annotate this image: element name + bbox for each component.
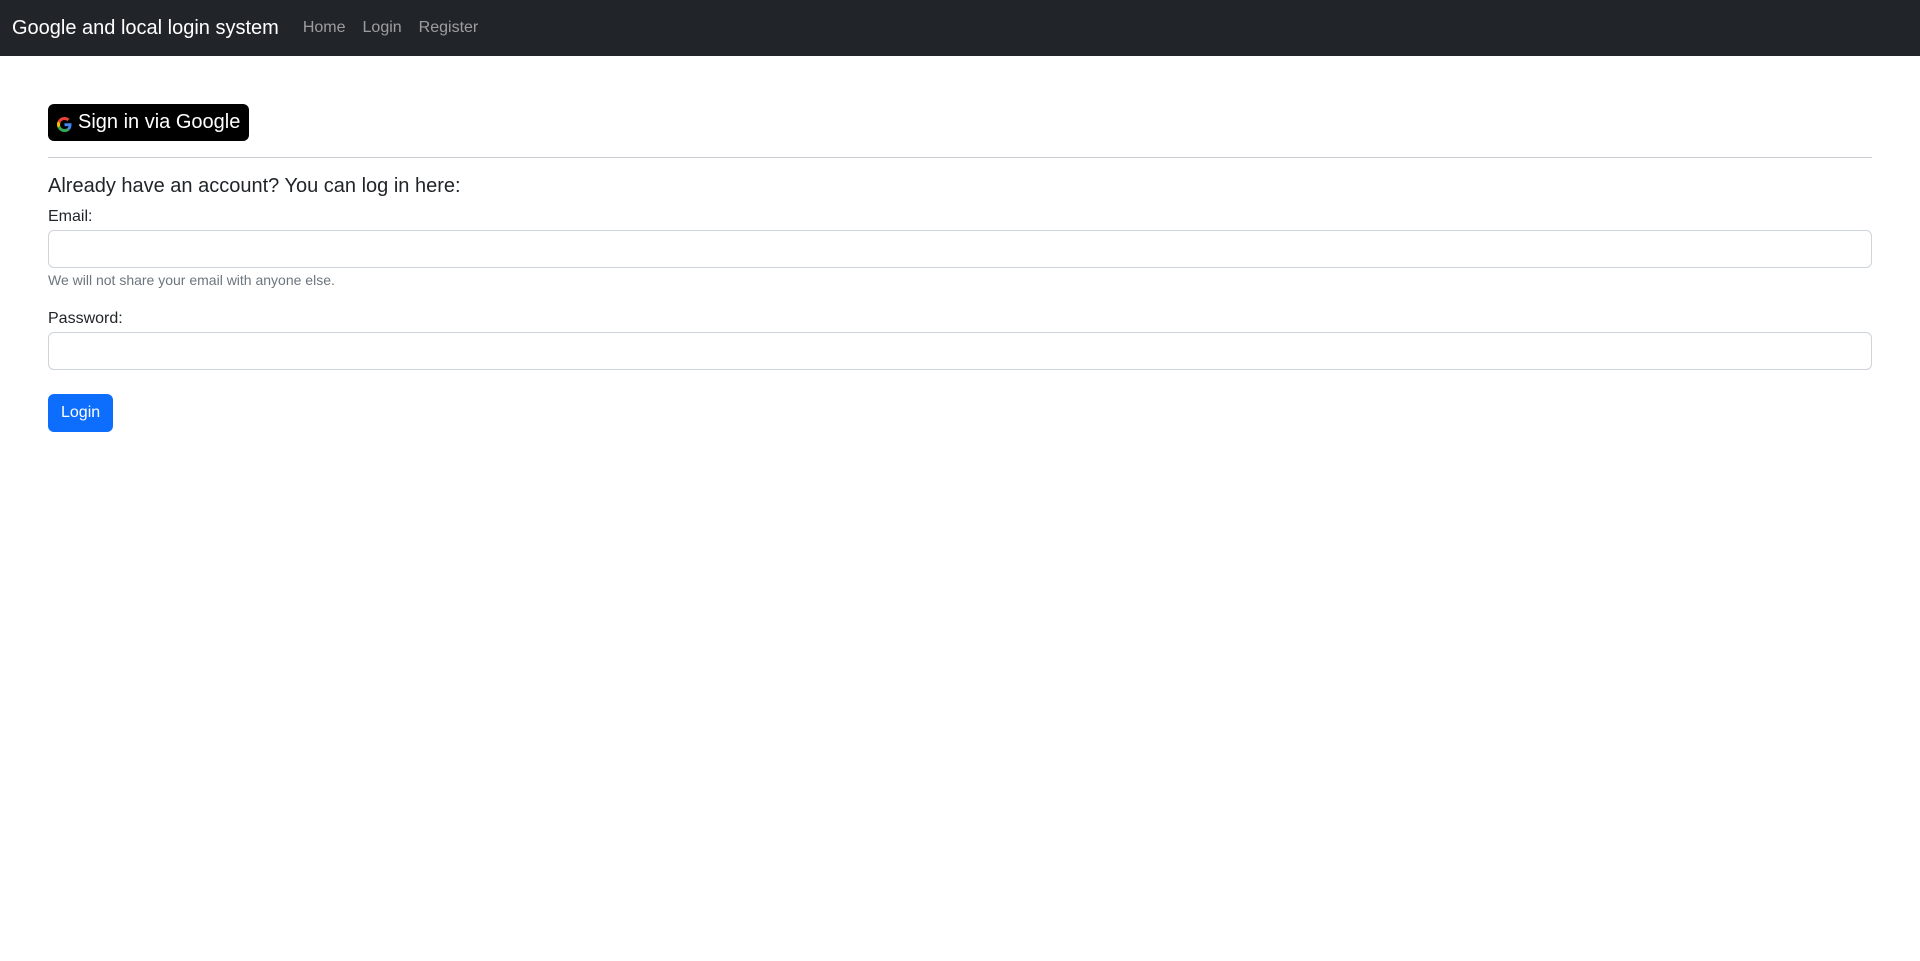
nav-link-login[interactable]: Login: [363, 19, 402, 37]
login-button[interactable]: Login: [48, 394, 114, 432]
email-help-text: We will not share your email with anyone…: [48, 272, 335, 288]
google-signin-label: Sign in via Google: [78, 111, 241, 133]
nav-link-register[interactable]: Register: [419, 19, 479, 37]
password-group: Password:: [48, 310, 1872, 370]
password-input[interactable]: [48, 332, 1872, 370]
nav-link-home[interactable]: Home: [303, 19, 346, 37]
google-signin-button[interactable]: Sign in via Google: [48, 104, 250, 141]
password-label: Password:: [48, 310, 123, 327]
navbar: Google and local login system Home Login…: [0, 0, 1920, 56]
navbar-brand[interactable]: Google and local login system: [12, 17, 279, 40]
email-group: Email: We will not share your email with…: [48, 208, 1872, 288]
main-content: Sign in via Google Already have an accou…: [0, 56, 1920, 432]
email-input[interactable]: [48, 230, 1872, 268]
email-label: Email:: [48, 208, 93, 225]
divider: [48, 157, 1872, 158]
login-form: Email: We will not share your email with…: [48, 208, 1872, 432]
google-icon: [57, 116, 72, 132]
login-prompt: Already have an account? You can log in …: [48, 175, 461, 197]
